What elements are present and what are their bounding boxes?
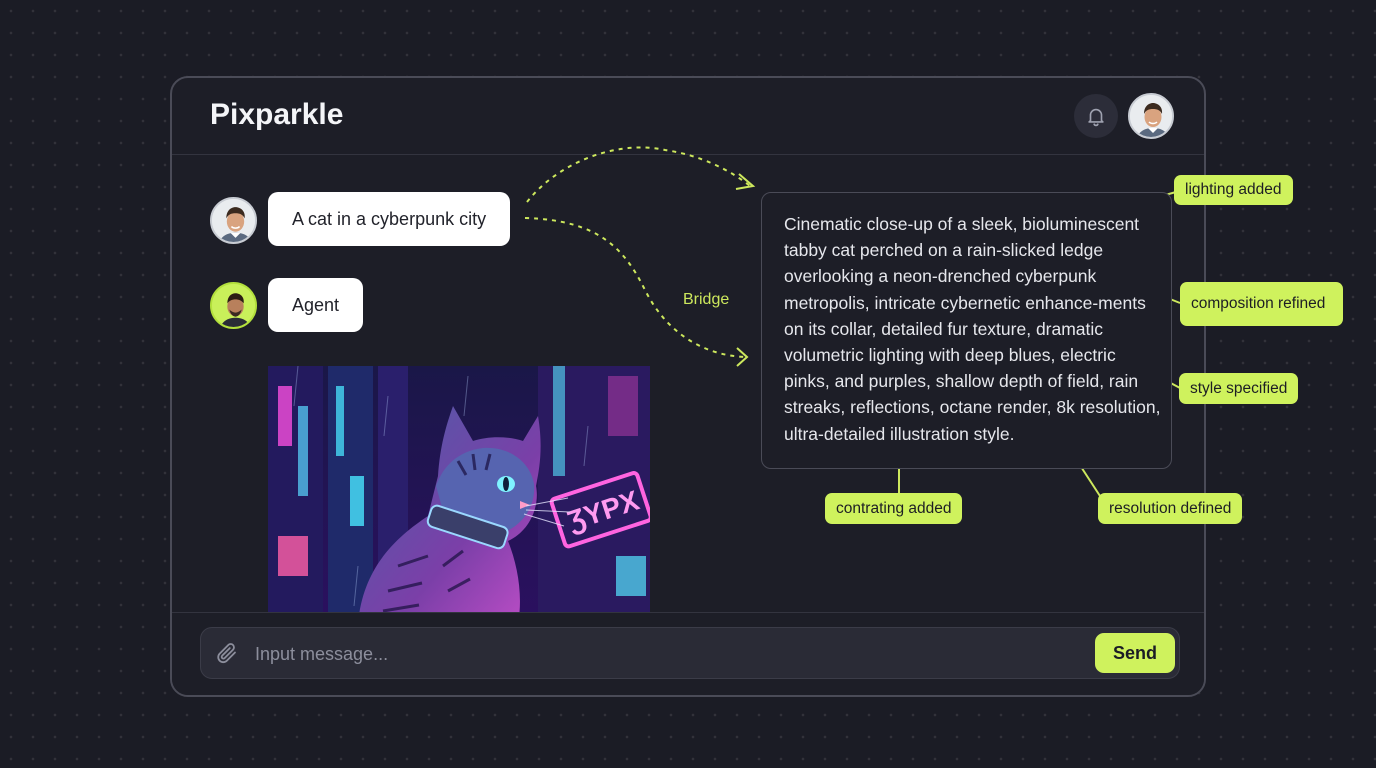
message-input-wrapper: Send — [200, 627, 1180, 680]
enhanced-prompt-text: Cinematic close-up of a sleek, biolumine… — [784, 214, 1161, 444]
user-message-avatar — [210, 197, 257, 244]
profile-avatar[interactable] — [1128, 93, 1174, 139]
app-header: Pixparkle — [172, 78, 1204, 155]
user-avatar — [1130, 95, 1172, 137]
enhanced-prompt-card: Cinematic close-up of a sleek, biolumine… — [761, 192, 1172, 469]
annotation-tag: lighting added — [1174, 175, 1293, 205]
bridge-label: Bridge — [683, 291, 730, 308]
cyberpunk-cat-illustration: ƷYPX — [268, 366, 650, 624]
paperclip-icon — [217, 643, 236, 664]
annotation-tag: resolution defined — [1098, 493, 1243, 524]
composer: Send — [172, 612, 1204, 695]
user-avatar — [212, 199, 255, 242]
message-input[interactable] — [253, 628, 1077, 680]
agent-message-avatar — [210, 282, 257, 329]
app-title: Pixparkle — [210, 98, 344, 131]
user-message-bubble: A cat in a cyberpunk city — [268, 192, 511, 246]
attach-button[interactable] — [215, 641, 239, 670]
send-button[interactable]: Send — [1095, 633, 1175, 673]
annotation-tag: contrating added — [825, 493, 963, 524]
agent-message-bubble: Agent — [268, 278, 364, 332]
notification-button[interactable] — [1074, 94, 1118, 138]
agent-avatar — [212, 284, 255, 327]
annotation-tag: composition refined — [1180, 282, 1343, 326]
bell-icon — [1088, 108, 1104, 127]
annotation-tag: style specified — [1179, 373, 1299, 404]
generated-image[interactable]: ƷYPX — [268, 366, 650, 624]
